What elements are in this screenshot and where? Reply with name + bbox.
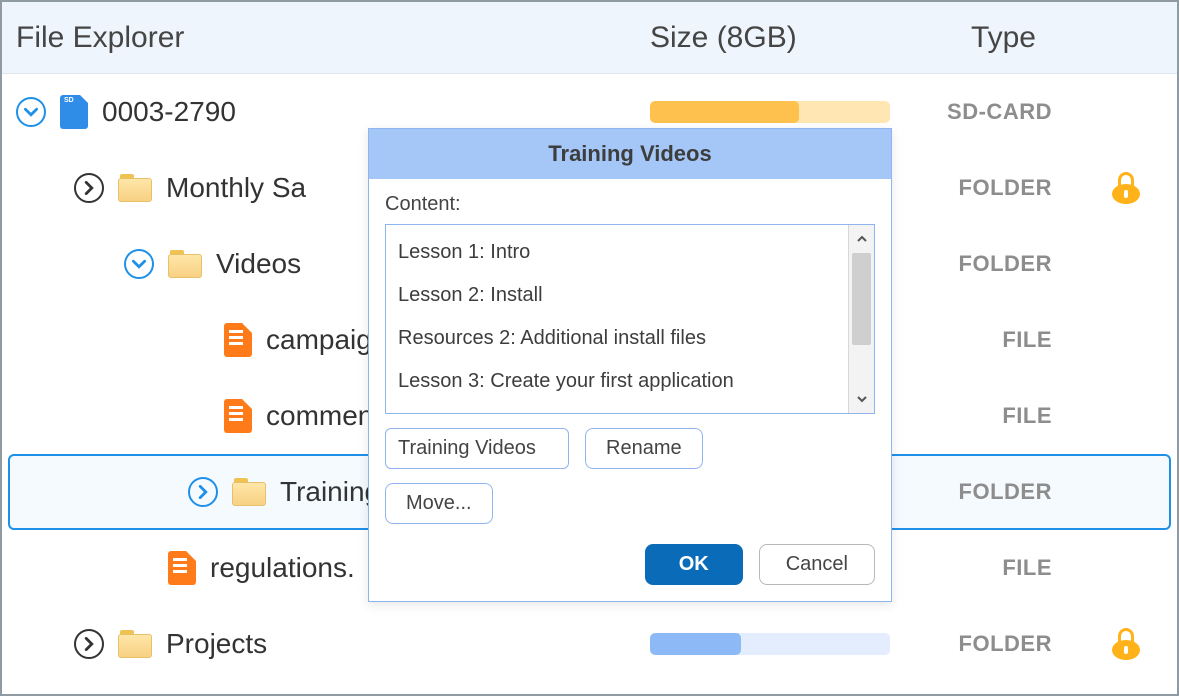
chevron-down-icon[interactable] [124,249,154,279]
size-bar [650,633,890,655]
content-label: Content: [385,193,875,216]
scrollbar[interactable] [848,225,874,413]
file-icon [224,323,252,357]
list-item[interactable]: Lesson 2: Install [386,274,848,317]
chevron-right-icon[interactable] [74,629,104,659]
list-item[interactable]: Resources 2: Additional install files [386,317,848,360]
type-label: FOLDER [912,175,1112,201]
scroll-thumb[interactable] [852,253,871,345]
item-label: Videos [216,248,301,280]
folder-icon [168,250,202,278]
folder-name-input[interactable] [385,428,569,469]
list-item[interactable]: Lesson 1: Intro [386,231,848,274]
folder-properties-dialog: Training Videos Content: Lesson 1: Intro… [368,128,892,602]
ok-button[interactable]: OK [645,544,743,585]
item-label: regulations. [210,552,355,584]
dialog-title: Training Videos [369,129,891,179]
column-header-size[interactable]: Size (8GB) [650,21,912,55]
lock-icon [1112,628,1140,660]
column-header-type[interactable]: Type [912,21,1112,55]
type-label: FILE [912,327,1112,353]
item-label: campaig [266,324,372,356]
type-label: SD-CARD [912,99,1112,125]
item-label: Projects [166,628,267,660]
tree-row[interactable]: Projects FOLDER [2,606,1177,682]
rename-button[interactable]: Rename [585,428,703,469]
scroll-down-button[interactable] [849,385,874,413]
folder-icon [118,630,152,658]
content-listbox[interactable]: Lesson 1: IntroLesson 2: InstallResource… [385,224,875,414]
chevron-right-icon[interactable] [188,477,218,507]
scroll-up-button[interactable] [849,225,874,253]
move-button[interactable]: Move... [385,483,493,524]
item-label: Monthly Sa [166,172,306,204]
folder-icon [118,174,152,202]
lock-icon [1112,172,1140,204]
list-item[interactable]: Lesson 3: Create your first application [386,360,848,403]
item-label: 0003-2790 [102,96,236,128]
type-label: FILE [912,403,1112,429]
item-label: commen [266,400,373,432]
size-bar [650,101,890,123]
type-label: FOLDER [912,631,1112,657]
file-explorer-window: File Explorer Size (8GB) Type 0003-2790 S… [0,0,1179,696]
item-label: Training [280,476,380,508]
chevron-right-icon[interactable] [74,173,104,203]
type-label: FOLDER [912,479,1112,505]
chevron-down-icon[interactable] [16,97,46,127]
folder-icon [232,478,266,506]
column-header-row: File Explorer Size (8GB) Type [2,2,1177,74]
type-label: FILE [912,555,1112,581]
type-label: FOLDER [912,251,1112,277]
sd-card-icon [60,95,88,129]
file-icon [224,399,252,433]
column-header-name[interactable]: File Explorer [2,21,650,55]
cancel-button[interactable]: Cancel [759,544,875,585]
file-icon [168,551,196,585]
